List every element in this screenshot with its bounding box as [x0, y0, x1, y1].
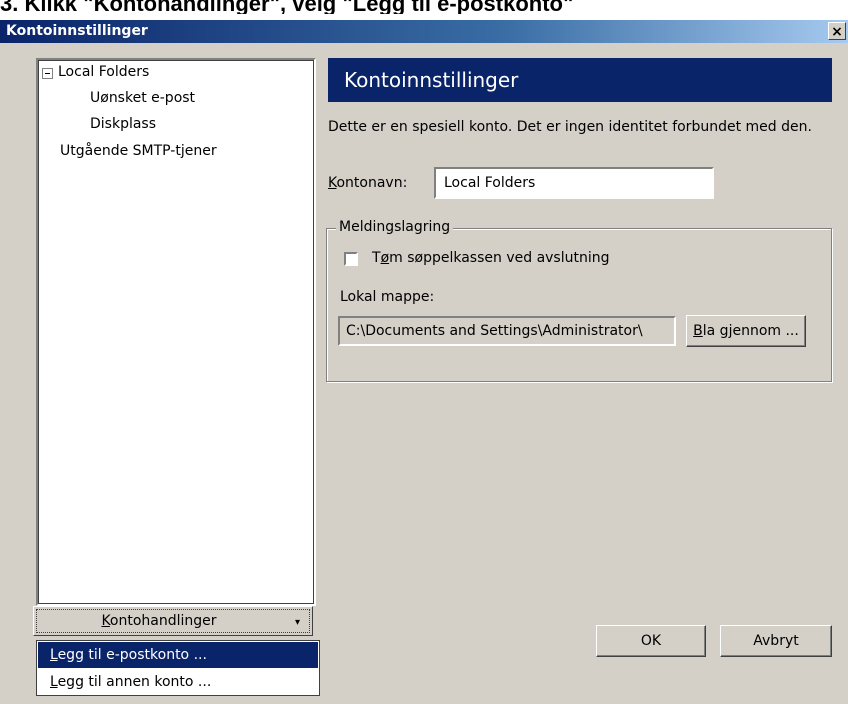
- tree-item-junk[interactable]: Uønsket e-post: [90, 90, 195, 106]
- local-folder-label: Lokal mappe:: [340, 289, 435, 305]
- account-actions-label: Kontohandlinger: [101, 613, 217, 629]
- empty-trash-checkbox[interactable]: [344, 252, 358, 266]
- menu-item-add-email-account[interactable]: Legg til e-postkonto ...: [38, 642, 318, 668]
- account-name-input[interactable]: Local Folders: [434, 167, 714, 199]
- panel-header: Kontoinnstillinger: [328, 58, 832, 102]
- panel-description: Dette er en spesiell konto. Det er ingen…: [328, 119, 812, 135]
- window-title: Kontoinnstillinger: [6, 23, 148, 39]
- account-actions-button[interactable]: Kontohandlinger ▾: [33, 606, 313, 636]
- tree-item-disk-space[interactable]: Diskplass: [90, 116, 156, 132]
- title-bar: Kontoinnstillinger ×: [0, 20, 848, 43]
- instruction-caption: 3. Klikk "Kontohandlinger", velg "Legg t…: [0, 0, 848, 14]
- ok-button[interactable]: OK: [596, 625, 706, 657]
- chevron-down-icon: ▾: [294, 617, 300, 628]
- collapse-icon[interactable]: [42, 68, 53, 79]
- local-folder-input[interactable]: C:\Documents and Settings\Administrator\: [338, 316, 676, 346]
- account-tree: Local Folders Uønsket e-post Diskplass U…: [36, 58, 316, 606]
- browse-button[interactable]: Bla gjennom ...: [686, 315, 806, 347]
- account-name-label: Kontonavn:: [328, 175, 408, 191]
- empty-trash-label[interactable]: Tøm søppelkassen ved avslutning: [372, 250, 610, 266]
- tree-item-label: Local Folders: [58, 64, 150, 80]
- menu-item-add-other-account[interactable]: Legg til annen konto ...: [38, 669, 318, 695]
- account-settings-dialog: Kontoinnstillinger × Local Folders Uønsk…: [0, 20, 848, 704]
- close-icon: ×: [831, 24, 843, 40]
- cancel-button[interactable]: Avbryt: [720, 625, 832, 657]
- tree-item-outgoing-smtp[interactable]: Utgående SMTP-tjener: [60, 143, 217, 159]
- account-actions-menu: Legg til e-postkonto ... Legg til annen …: [36, 640, 320, 696]
- close-button[interactable]: ×: [828, 22, 846, 40]
- message-storage-legend: Meldingslagring: [336, 219, 454, 235]
